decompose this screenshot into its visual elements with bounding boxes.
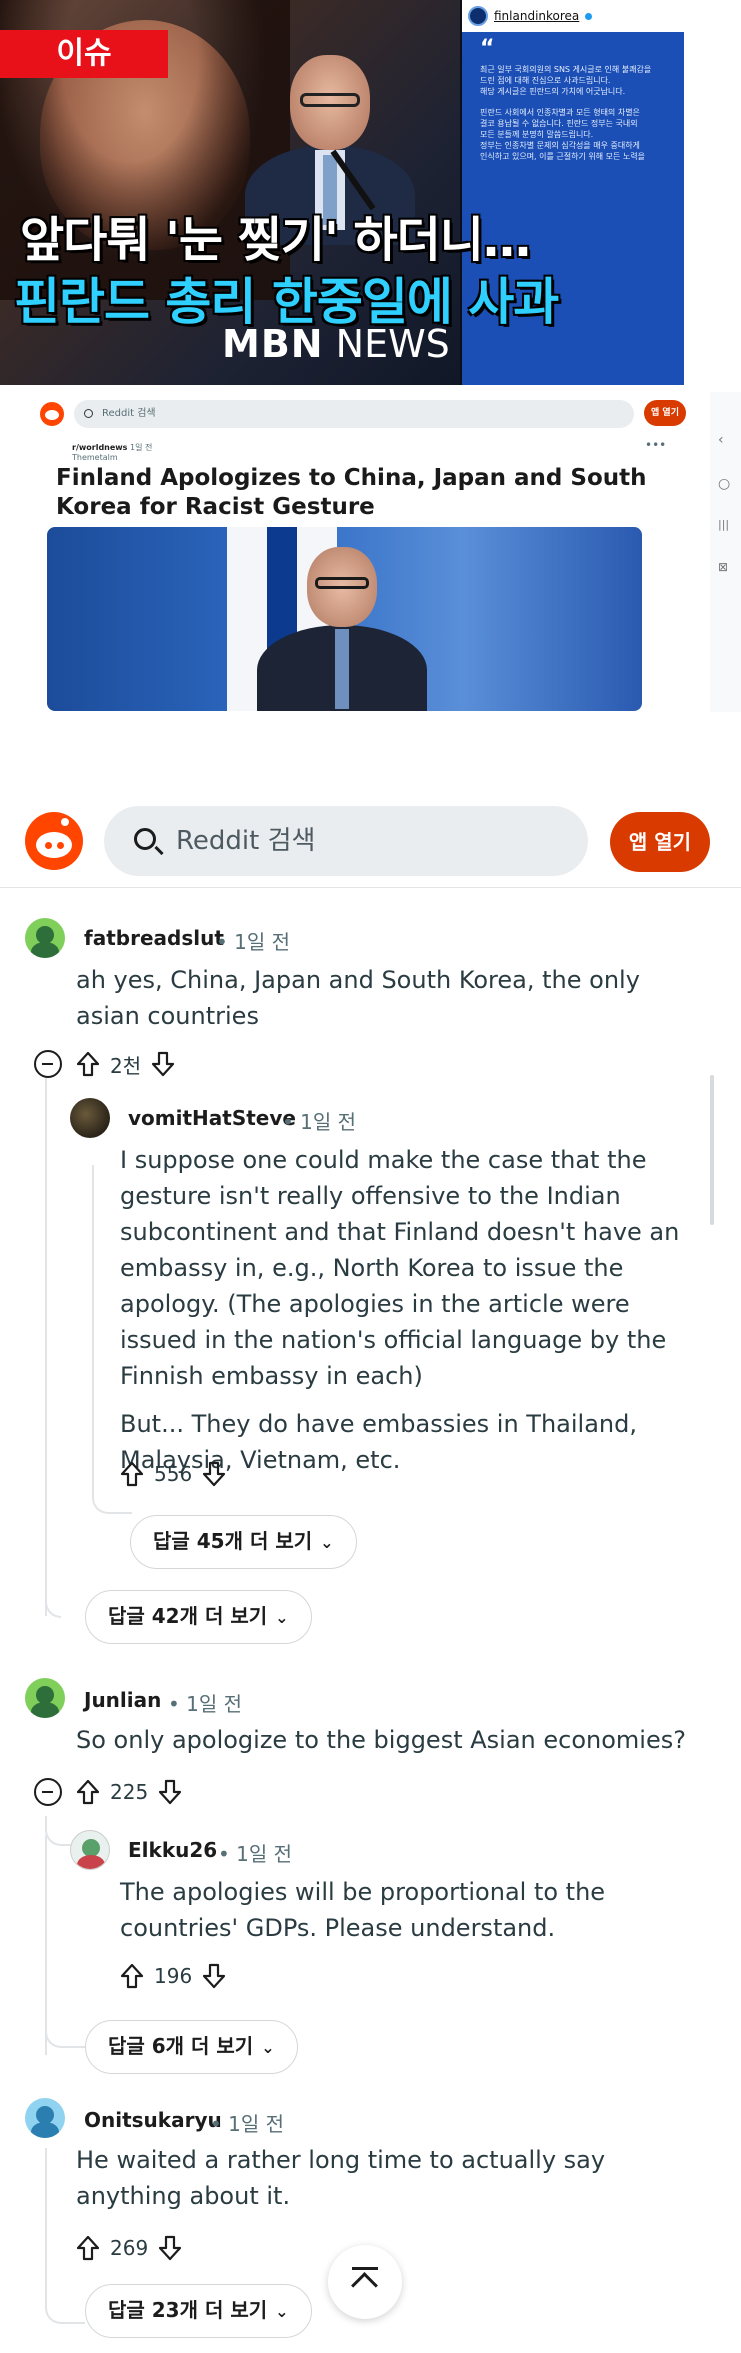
downvote-icon[interactable] — [202, 1460, 226, 1488]
vote-bar: 269 — [76, 2230, 182, 2266]
side-nav: ‹ ○ ||| ⊠ — [710, 392, 741, 712]
back-icon[interactable]: ‹ — [718, 432, 724, 448]
more-replies-label: 답글 45개 더 보기 — [153, 1529, 313, 1553]
mini-search-placeholder: Reddit 검색 — [102, 408, 156, 419]
comment-text: ah yes, China, Japan and South Korea, th… — [76, 966, 640, 1030]
vote-bar: 225 — [76, 1774, 182, 1810]
comment-text: He waited a rather long time to actually… — [76, 2146, 606, 2210]
thread-curve — [45, 2000, 85, 2048]
comment-paragraph: I suppose one could make the case that t… — [120, 1146, 680, 1390]
statement-text: 최근 일부 국회의원의 SNS 게시글로 인해 불쾌감을 드린 점에 대해 진심으… — [480, 65, 652, 161]
comment-username[interactable]: fatbreadslut — [84, 926, 224, 950]
reddit-post-screenshot: Reddit 검색 앱 열기 ‹ ○ ||| ⊠ r/worldnews 1일 … — [30, 392, 741, 712]
recent-apps-icon[interactable]: ||| — [718, 518, 729, 531]
upvote-icon[interactable] — [120, 1962, 144, 1990]
search-icon — [84, 409, 93, 418]
comment-text: The apologies will be proportional to th… — [120, 1878, 606, 1942]
more-replies-button[interactable]: 답글 45개 더 보기 ⌄ — [130, 1515, 357, 1569]
chevron-down-icon: ⌄ — [275, 1608, 289, 1627]
mini-search-bar[interactable]: Reddit 검색 — [74, 400, 634, 428]
panel-header: finlandinkorea — [462, 0, 684, 32]
comment-age: • 1일 전 — [218, 1842, 293, 1866]
open-app-button[interactable]: 앱 열기 — [610, 812, 710, 872]
search-bar[interactable]: Reddit 검색 — [104, 806, 588, 876]
more-replies-button[interactable]: 답글 23개 더 보기 ⌄ — [85, 2284, 312, 2338]
avatar[interactable] — [25, 2098, 65, 2138]
account-name: finlandinkorea — [494, 9, 580, 23]
mini-open-app-button[interactable]: 앱 열기 — [644, 400, 686, 426]
search-icon — [134, 828, 156, 850]
vote-count: 556 — [154, 1462, 193, 1486]
collapse-icon[interactable] — [34, 1050, 62, 1078]
downvote-icon[interactable] — [151, 1050, 175, 1078]
scroll-to-top-button[interactable] — [328, 2245, 402, 2319]
comment-age: • 1일 전 — [216, 930, 291, 954]
comment-username[interactable]: vomitHatSteve — [128, 1106, 296, 1130]
comment-text: So only apologize to the biggest Asian e… — [76, 1726, 686, 1754]
home-icon[interactable]: ○ — [718, 476, 730, 492]
reddit-logo-icon[interactable] — [25, 812, 83, 870]
header-divider — [0, 887, 741, 888]
avatar[interactable] — [70, 1098, 110, 1138]
subreddit-name[interactable]: r/worldnews — [72, 443, 127, 452]
news-thumbnail: 이슈 finlandinkorea “ 최근 일부 국회의원의 SNS 게시글로… — [0, 0, 684, 385]
comment-age: • 1일 전 — [282, 1110, 357, 1134]
broadcaster-logo: MBN NEWS — [222, 322, 450, 366]
vote-count: 196 — [154, 1964, 193, 1988]
vote-count: 269 — [110, 2236, 149, 2260]
comment-username[interactable]: Onitsukaryu — [84, 2108, 222, 2132]
reddit-logo-icon[interactable] — [40, 402, 64, 426]
downvote-icon[interactable] — [158, 2234, 182, 2262]
thread-line — [45, 1450, 85, 1616]
quote-mark: “ — [480, 36, 495, 61]
thread-line — [92, 1165, 94, 1495]
verified-icon — [585, 12, 593, 20]
screenshot-icon[interactable]: ⊠ — [718, 560, 728, 574]
comment-age: • 1일 전 — [210, 2112, 285, 2136]
avatar[interactable] — [25, 1678, 65, 1718]
chevron-down-icon: ⌄ — [320, 1533, 334, 1552]
downvote-icon[interactable] — [202, 1962, 226, 1990]
chevron-down-icon: ⌄ — [275, 2302, 289, 2321]
issue-tag: 이슈 — [0, 30, 168, 78]
more-replies-button[interactable]: 답글 6개 더 보기 ⌄ — [85, 2020, 298, 2074]
vote-count: 2천 — [110, 1053, 142, 1078]
upvote-icon[interactable] — [76, 1050, 100, 1078]
more-options-icon[interactable]: ••• — [645, 438, 666, 452]
avatar[interactable] — [70, 1830, 110, 1870]
chevron-down-icon: ⌄ — [261, 2038, 275, 2057]
comment-username[interactable]: Junlian — [84, 1688, 161, 1712]
thread-curve — [45, 2280, 85, 2324]
poster-name[interactable]: Themetalm — [72, 453, 118, 462]
avatar[interactable] — [25, 918, 65, 958]
more-replies-label: 답글 42개 더 보기 — [108, 1604, 268, 1628]
comment-username[interactable]: Elkku26 — [128, 1838, 217, 1862]
vote-bar: 2천 — [76, 1046, 175, 1082]
vote-bar: 556 — [120, 1456, 226, 1492]
collapse-icon[interactable] — [34, 1778, 62, 1806]
scrollbar[interactable] — [710, 1075, 714, 1225]
upvote-icon[interactable] — [76, 1778, 100, 1806]
post-image[interactable] — [47, 527, 642, 711]
vote-bar: 196 — [120, 1958, 226, 1994]
more-replies-button[interactable]: 답글 42개 더 보기 ⌄ — [85, 1590, 312, 1644]
downvote-icon[interactable] — [158, 1778, 182, 1806]
reddit-header: Reddit 검색 앱 열기 — [0, 790, 741, 890]
post-meta: r/worldnews 1일 전 Themetalm — [72, 442, 152, 462]
vote-count: 225 — [110, 1780, 149, 1804]
headline-line-1: 앞다퉈 '눈 찢기' 하더니… — [20, 212, 531, 268]
thread-curve — [45, 1816, 73, 1846]
mini-header: Reddit 검색 앱 열기 — [30, 392, 741, 434]
more-replies-label: 답글 6개 더 보기 — [108, 2034, 254, 2058]
search-placeholder: Reddit 검색 — [176, 826, 316, 856]
comment-age: • 1일 전 — [168, 1692, 243, 1716]
post-title[interactable]: Finland Apologizes to China, Japan and S… — [56, 464, 656, 522]
comment-text: I suppose one could make the case that t… — [120, 1142, 705, 1490]
account-logo-icon — [468, 6, 488, 26]
more-replies-label: 답글 23개 더 보기 — [108, 2298, 268, 2322]
post-age: 1일 전 — [130, 443, 153, 452]
upvote-icon[interactable] — [76, 2234, 100, 2262]
upvote-icon[interactable] — [120, 1460, 144, 1488]
prime-minister-photo — [257, 547, 427, 711]
